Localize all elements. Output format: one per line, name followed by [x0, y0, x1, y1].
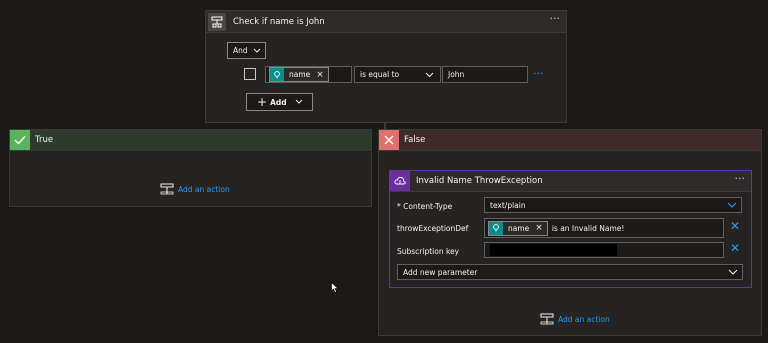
name-token[interactable]: name ×	[269, 67, 329, 82]
token-label: name	[508, 223, 530, 233]
action-header[interactable]: Invalid Name ThrowException ···	[390, 171, 751, 192]
more-options-icon[interactable]: ···	[550, 13, 561, 24]
condition-card: Check if name is John ··· And name × is …	[205, 10, 567, 123]
name-token[interactable]: name ×	[488, 220, 548, 236]
true-branch-title: True	[35, 135, 54, 145]
content-type-label: * Content-Type	[397, 202, 453, 211]
add-button-label: Add	[270, 97, 287, 107]
false-branch-header[interactable]: False	[379, 130, 761, 151]
check-icon	[10, 130, 30, 150]
throw-exception-label: throwExceptionDef	[397, 224, 469, 233]
x-icon	[379, 130, 399, 150]
true-add-action-label: Add an action	[178, 184, 230, 194]
mouse-cursor-icon	[331, 282, 339, 293]
condition-header[interactable]: Check if name is John ···	[206, 11, 566, 33]
operator-select[interactable]: is equal to	[354, 66, 441, 83]
condition-icon	[208, 12, 226, 31]
add-new-parameter-label: Add new parameter	[403, 267, 478, 277]
condition-value: John	[448, 70, 465, 79]
throw-exception-text: is an Invalid Name!	[551, 223, 625, 233]
token-label: name	[289, 70, 311, 79]
clear-subscription-icon[interactable]: ✕	[730, 241, 740, 255]
condition-value-input[interactable]: John	[442, 66, 528, 83]
row-more-icon[interactable]: ···	[533, 67, 544, 80]
remove-token-icon[interactable]: ×	[535, 223, 543, 233]
false-branch: False Invalid Name ThrowException ··· * …	[378, 129, 762, 336]
group-operator-value: And	[233, 46, 248, 55]
throw-exception-action: Invalid Name ThrowException ··· * Conten…	[389, 170, 752, 288]
content-type-select[interactable]: text/plain	[484, 197, 742, 213]
true-add-action-link[interactable]: Add an action	[160, 183, 230, 195]
chevron-down-icon	[727, 202, 737, 208]
add-action-icon	[540, 313, 554, 325]
true-branch: True Add an action	[9, 129, 372, 207]
add-new-parameter-select[interactable]: Add new parameter	[397, 264, 743, 280]
content-type-value: text/plain	[490, 200, 526, 210]
plus-icon: +	[257, 95, 268, 109]
condition-left-operand[interactable]: name ×	[265, 66, 352, 83]
subscription-key-input[interactable]	[484, 242, 724, 258]
add-action-icon	[160, 183, 174, 195]
subscription-key-label: Subscription key	[397, 247, 460, 256]
chevron-down-icon	[295, 99, 302, 104]
redacted-value	[490, 244, 617, 256]
remove-token-icon[interactable]: ×	[316, 70, 324, 80]
group-operator-select[interactable]: And	[227, 42, 266, 59]
dynamic-content-icon	[489, 221, 503, 235]
chevron-down-icon	[728, 269, 738, 275]
condition-title: Check if name is John	[233, 16, 325, 27]
action-title: Invalid Name ThrowException	[416, 176, 543, 186]
chevron-down-icon	[425, 72, 434, 78]
add-button[interactable]: + Add	[246, 93, 313, 111]
false-add-action-label: Add an action	[558, 314, 610, 324]
false-add-action-link[interactable]: Add an action	[540, 313, 610, 325]
cloud-icon	[390, 171, 410, 191]
operator-value: is equal to	[360, 70, 400, 79]
dynamic-content-icon	[270, 68, 284, 81]
throw-exception-input[interactable]: name × is an Invalid Name!	[484, 218, 724, 238]
row-checkbox[interactable]	[244, 68, 256, 80]
false-branch-title: False	[404, 135, 426, 145]
true-branch-header[interactable]: True	[10, 130, 371, 151]
clear-throw-icon[interactable]: ✕	[730, 219, 740, 233]
action-more-options-icon[interactable]: ···	[735, 173, 746, 184]
chevron-down-icon	[253, 48, 261, 53]
